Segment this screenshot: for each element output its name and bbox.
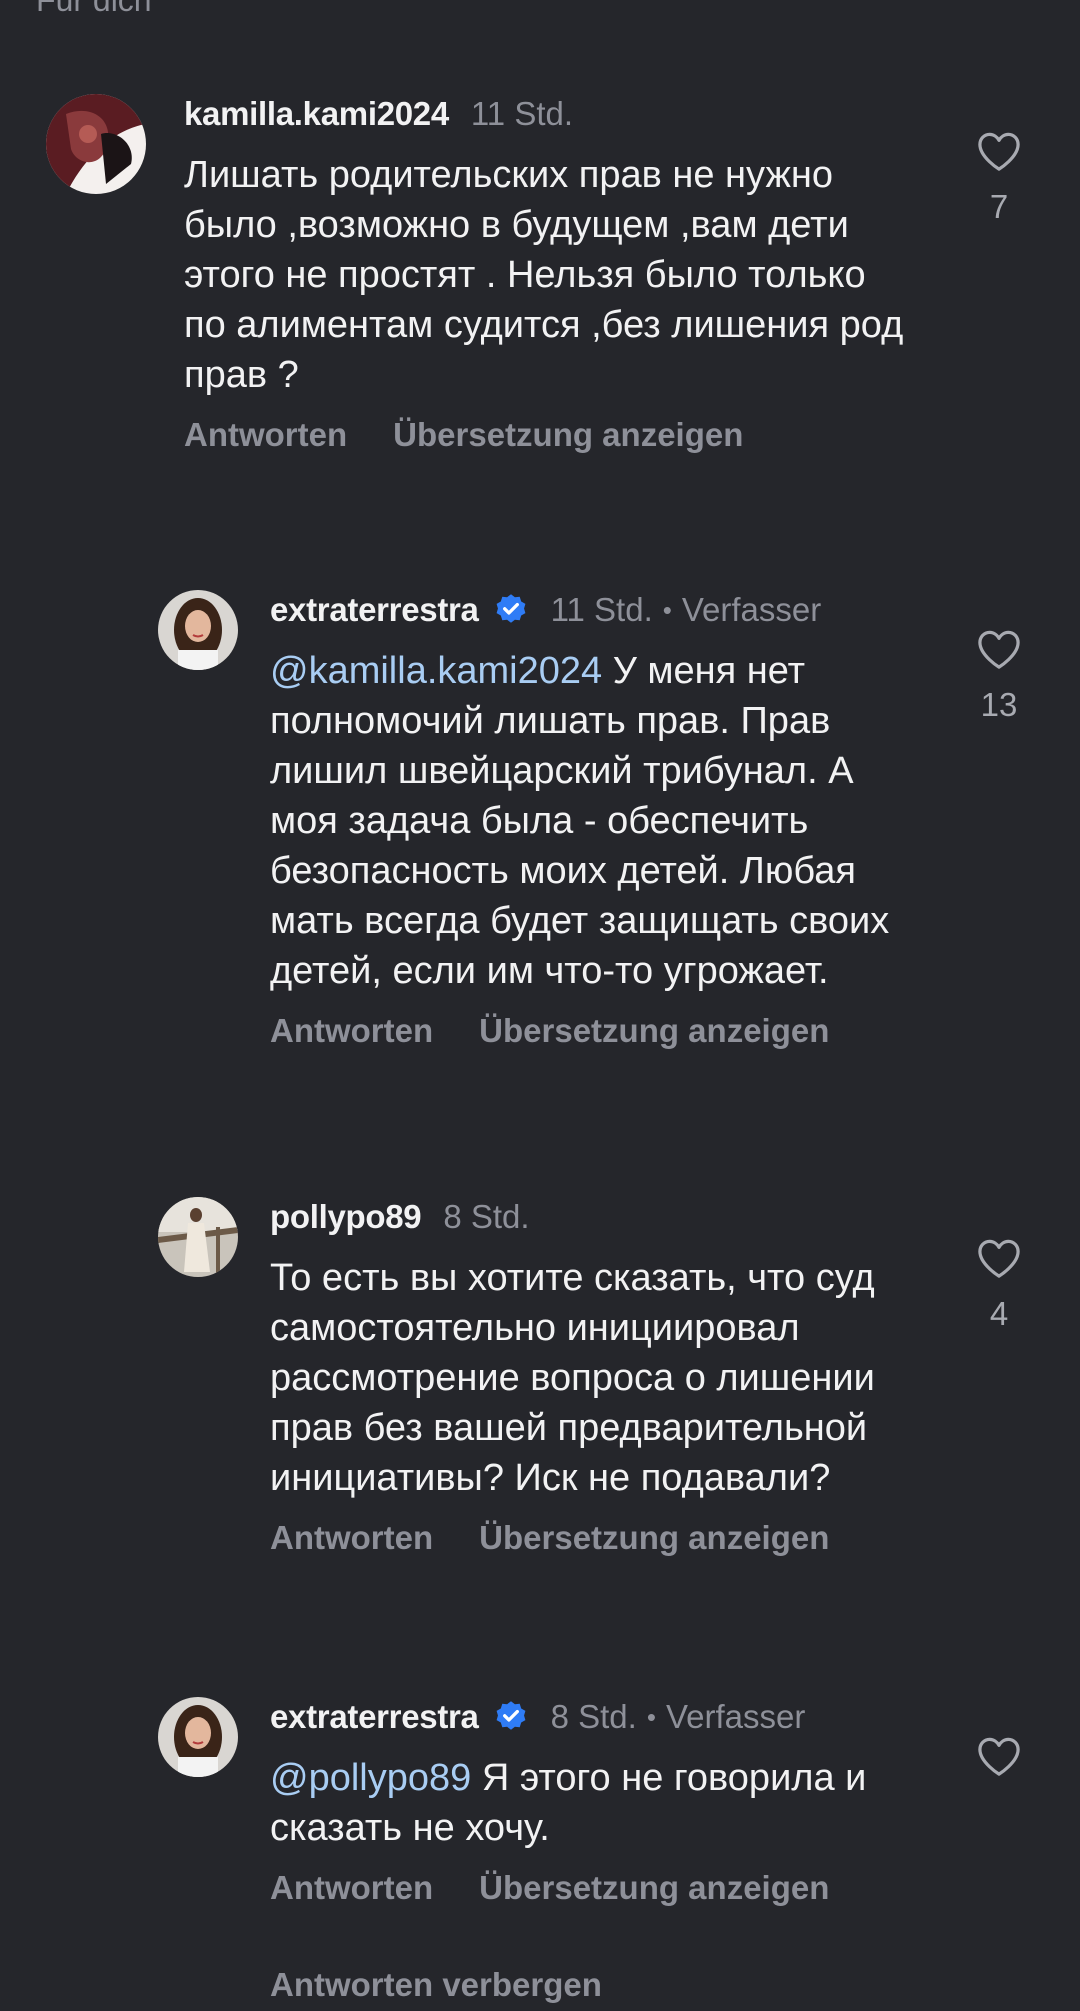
comment-time: 11 Std. bbox=[550, 591, 653, 628]
like-button[interactable] bbox=[974, 1735, 1024, 1777]
show-translation-button[interactable]: Übersetzung anzeigen bbox=[479, 1519, 829, 1557]
heart-outline-icon bbox=[978, 132, 1020, 171]
avatar[interactable] bbox=[46, 94, 146, 194]
comment-time: 8 Std. bbox=[550, 1698, 637, 1735]
heart-outline-icon bbox=[978, 1737, 1020, 1776]
heart-outline-icon bbox=[978, 1239, 1020, 1278]
like-count: 7 bbox=[989, 188, 1009, 225]
like-button[interactable]: 4 bbox=[974, 1237, 1024, 1333]
separator-dot: • bbox=[646, 1701, 656, 1732]
avatar[interactable] bbox=[158, 1197, 238, 1277]
comment-body: У меня нет полномочий лишать прав. Прав … bbox=[270, 650, 890, 992]
comment-text: То есть вы хотите сказать, что суд самос… bbox=[270, 1253, 930, 1503]
reply-button[interactable]: Antworten bbox=[270, 1869, 433, 1907]
comment-username[interactable]: extraterrestra bbox=[270, 591, 479, 629]
reply-button[interactable]: Antworten bbox=[184, 416, 347, 454]
like-count: 13 bbox=[980, 686, 1018, 723]
comment-username[interactable]: kamilla.kami2024 bbox=[184, 95, 449, 133]
avatar[interactable] bbox=[158, 1697, 238, 1777]
like-button[interactable]: 13 bbox=[974, 628, 1024, 724]
feed-header-partial[interactable]: Für dich bbox=[36, 0, 152, 19]
comment-username[interactable]: extraterrestra bbox=[270, 1698, 479, 1736]
verified-badge-icon bbox=[496, 1701, 526, 1730]
like-button[interactable]: 7 bbox=[974, 130, 1024, 226]
comment-text: @pollypo89 Я этого не говорила и сказать… bbox=[270, 1753, 930, 1853]
mention-link[interactable]: @kamilla.kami2024 bbox=[270, 650, 602, 692]
reply-button[interactable]: Antworten bbox=[270, 1519, 433, 1557]
comment-body: То есть вы хотите сказать, что суд самос… bbox=[270, 1257, 875, 1499]
heart-outline-icon bbox=[978, 630, 1020, 669]
comment-text: Лишать родительских прав не нужно было ,… bbox=[184, 150, 904, 400]
separator-dot: • bbox=[662, 594, 672, 625]
comment-text: @kamilla.kami2024 У меня нет полномочий … bbox=[270, 646, 930, 996]
reply-button[interactable]: Antworten bbox=[270, 1012, 433, 1050]
mention-link[interactable]: @pollypo89 bbox=[270, 1757, 471, 1799]
like-count: 4 bbox=[989, 1295, 1009, 1332]
author-tag: Verfasser bbox=[681, 591, 822, 628]
show-translation-button[interactable]: Übersetzung anzeigen bbox=[393, 416, 743, 454]
avatar[interactable] bbox=[158, 590, 238, 670]
verified-badge-icon bbox=[496, 594, 526, 623]
show-translation-button[interactable]: Übersetzung anzeigen bbox=[479, 1869, 829, 1907]
comment-time: 8 Std. bbox=[443, 1198, 530, 1235]
hide-replies-button[interactable]: Antworten verbergen bbox=[270, 1966, 602, 2004]
comment-time: 11 Std. bbox=[470, 95, 574, 132]
comment-body: Лишать родительских прав не нужно было ,… bbox=[184, 154, 904, 396]
show-translation-button[interactable]: Übersetzung anzeigen bbox=[479, 1012, 829, 1050]
comment-username[interactable]: pollypo89 bbox=[270, 1198, 422, 1236]
author-tag: Verfasser bbox=[665, 1698, 806, 1735]
